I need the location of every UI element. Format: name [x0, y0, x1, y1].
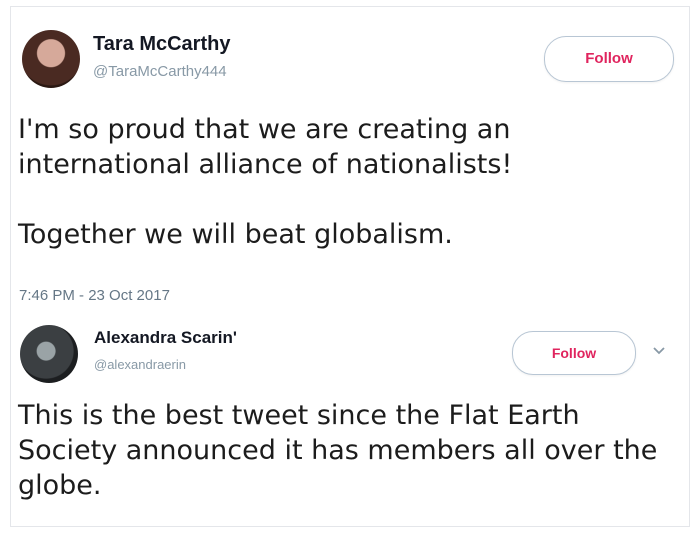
reply-author-handle[interactable]: @alexandraerin	[94, 357, 186, 372]
author-handle[interactable]: @TaraMcCarthy444	[93, 63, 227, 80]
chevron-down-icon[interactable]	[650, 342, 668, 360]
avatar[interactable]	[22, 30, 80, 88]
tweet-screenshot: Tara McCarthy @TaraMcCarthy444 Follow I'…	[0, 0, 700, 533]
reply-text: This is the best tweet since the Flat Ea…	[18, 400, 658, 501]
tweet-text-paragraph: Together we will beat globalism.	[18, 219, 453, 250]
reply-follow-button[interactable]: Follow	[512, 331, 636, 375]
reply-author-name[interactable]: Alexandra Scarin'	[94, 328, 237, 348]
tweet-card: Tara McCarthy @TaraMcCarthy444 Follow I'…	[0, 0, 700, 312]
avatar[interactable]	[20, 325, 78, 383]
tweet-timestamp[interactable]: 7:46 PM - 23 Oct 2017	[19, 287, 170, 304]
author-name[interactable]: Tara McCarthy	[93, 33, 230, 56]
follow-button[interactable]: Follow	[544, 36, 674, 82]
tweet-text-paragraph: I'm so proud that we are creating an int…	[18, 114, 513, 180]
tweet-text: I'm so proud that we are creating an int…	[18, 112, 658, 252]
